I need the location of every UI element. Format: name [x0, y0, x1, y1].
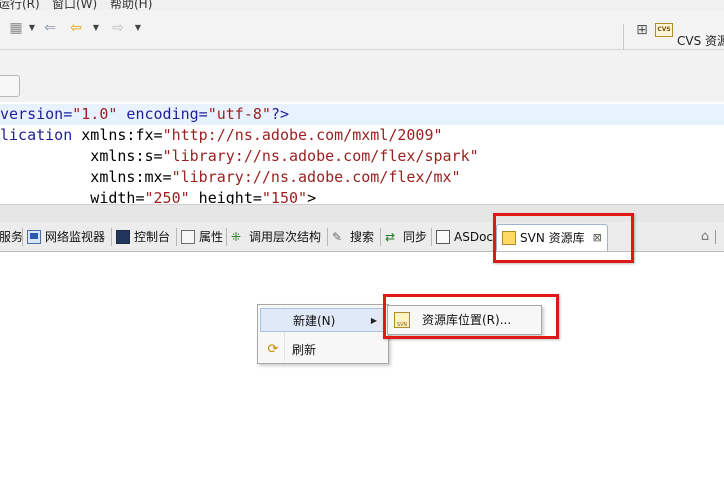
menu-item-label: 新建(N)	[293, 314, 336, 328]
code-token: encoding=	[117, 105, 208, 123]
open-perspective-icon[interactable]: ⊞	[634, 22, 650, 38]
dropdown-caret-icon[interactable]: ▼	[92, 20, 100, 36]
home-icon[interactable]: ⌂	[698, 230, 712, 244]
properties-icon	[181, 230, 195, 244]
tab-separator	[22, 228, 23, 246]
code-token: version=	[0, 105, 73, 123]
menu-item-refresh[interactable]: ⟳ 刷新	[260, 338, 386, 362]
code-token: >	[307, 189, 317, 204]
code-token: "http://ns.adobe.com/mxml/2009"	[162, 126, 443, 144]
tab-separator	[111, 228, 112, 246]
forward-nav-icon[interactable]: ⇨	[110, 20, 126, 36]
tab-network-monitor[interactable]: 网络监视器	[27, 227, 105, 247]
code-token: height=	[189, 189, 262, 204]
tab-label: 调用层次结构	[249, 230, 322, 244]
tab-label: 搜索	[350, 230, 375, 244]
save-icon[interactable]: ▦	[8, 20, 24, 36]
code-token: "1.0"	[72, 105, 118, 123]
tab-separator	[176, 228, 177, 246]
tab-separator	[226, 228, 227, 246]
main-toolbar: ▦ ▼ ⇐ ⇦ ▼ ⇨ ▼ ⊞ CVS CVS 资源库	[0, 10, 724, 50]
code-token: "150"	[261, 189, 308, 204]
tab-label: 控制台	[134, 230, 171, 244]
back-icon[interactable]: ⇐	[42, 20, 58, 36]
tab-label: 服务	[0, 230, 24, 244]
code-token: lication	[0, 126, 73, 144]
tab-separator	[327, 228, 328, 246]
code-line: version="1.0" encoding="utf-8"?>	[0, 104, 724, 125]
network-monitor-icon	[27, 230, 41, 244]
code-line: width="250" height="150">	[0, 188, 316, 204]
back-nav-icon[interactable]: ⇦	[68, 20, 84, 36]
tab-synchronize[interactable]: ⇄ 同步	[385, 227, 427, 247]
menu-window[interactable]: 窗口(W)	[52, 0, 97, 10]
code-token: xmlns:s=	[0, 147, 163, 165]
code-line: lication xmlns:fx="http://ns.adobe.com/m…	[0, 125, 443, 146]
menu-help[interactable]: 帮助(H)	[110, 0, 152, 10]
code-editor[interactable]: version="1.0" encoding="utf-8"?> licatio…	[0, 102, 724, 204]
tab-console[interactable]: 控制台	[116, 227, 170, 247]
code-line: xmlns:s="library://ns.adobe.com/flex/spa…	[0, 146, 479, 167]
tab-services[interactable]: 服务	[0, 227, 23, 247]
code-token: "library://ns.adobe.com/flex/mx"	[171, 168, 461, 186]
highlight-box-submenu	[383, 294, 559, 339]
tab-label: 属性	[199, 230, 224, 244]
editor-button[interactable]	[0, 75, 20, 97]
dropdown-caret-icon[interactable]: ▼	[134, 20, 142, 36]
console-icon	[116, 230, 130, 244]
perspective-label[interactable]: CVS 资源库	[677, 32, 724, 49]
code-line: xmlns:mx="library://ns.adobe.com/flex/mx…	[0, 167, 461, 188]
tab-properties[interactable]: 属性	[181, 227, 223, 247]
tab-search[interactable]: ✎ 搜索	[332, 227, 374, 247]
tab-label: ASDoc	[454, 230, 494, 244]
tab-label: 同步	[403, 230, 428, 244]
submenu-arrow-icon: ▶	[370, 316, 377, 325]
code-token: ?>	[270, 105, 289, 123]
code-token: xmlns:mx=	[0, 168, 172, 186]
tab-separator	[380, 228, 381, 246]
cvs-perspective-icon[interactable]: CVS	[655, 23, 673, 37]
synchronize-icon: ⇄	[385, 230, 396, 244]
code-token: "library://ns.adobe.com/flex/spark"	[162, 147, 479, 165]
code-token: "250"	[144, 189, 190, 204]
call-hierarchy-icon: ⁜	[231, 230, 242, 244]
tab-label: 网络监视器	[45, 230, 106, 244]
context-menu: 新建(N) ▶ ⟳ 刷新	[257, 304, 389, 364]
editor-header	[0, 50, 724, 102]
highlight-box-svn-tab	[493, 213, 634, 263]
code-token: xmlns:fx=	[72, 126, 163, 144]
view-menu-icon[interactable]	[715, 230, 724, 244]
menu-item-new[interactable]: 新建(N) ▶	[260, 308, 386, 332]
asdoc-icon	[436, 230, 450, 244]
code-token: "utf-8"	[207, 105, 271, 123]
code-token: width=	[0, 189, 145, 204]
search-icon: ✎	[332, 230, 343, 244]
menu-item-label: 刷新	[292, 343, 317, 357]
tab-call-hierarchy[interactable]: ⁜ 调用层次结构	[231, 227, 321, 247]
tab-asdoc[interactable]: ASDoc	[436, 227, 493, 247]
dropdown-caret-icon[interactable]: ▼	[28, 20, 36, 36]
tab-separator	[431, 228, 432, 246]
toolbar-separator	[623, 24, 624, 50]
refresh-icon: ⟳	[267, 342, 279, 357]
menu-run[interactable]: 运行(R)	[0, 0, 40, 10]
menu-bar: 运行(R) 窗口(W) 帮助(H)	[0, 0, 724, 10]
